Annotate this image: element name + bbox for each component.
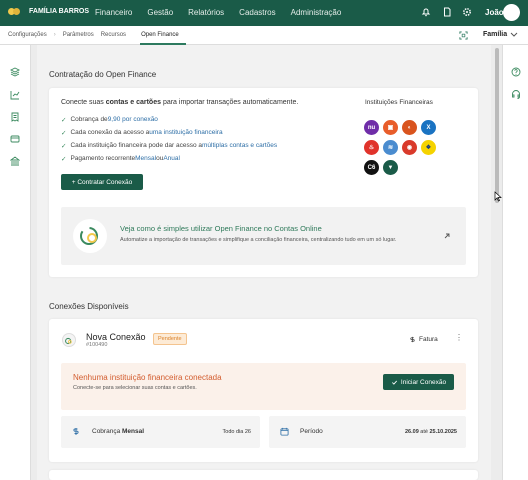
bank-sicredi-icon: ▼ — [383, 160, 398, 175]
period-value: 26.09 até 25.10.2025 — [404, 429, 457, 435]
billing-label: Cobrança Mensal — [92, 428, 145, 435]
billing-value: Todo dia 26 — [222, 429, 251, 435]
contract-intro: Conecte suas contas e cartões para impor… — [61, 99, 299, 106]
check-icon: ✓ — [61, 117, 67, 124]
contract-connection-button[interactable]: + Contratar Conexão — [61, 174, 143, 190]
institutions-grid: nu ▣ ◐ X ♨ ≋ ◉ ❖ C6 ▼ — [364, 120, 436, 175]
invoice-link[interactable]: Fatura — [419, 336, 438, 343]
more-options-icon[interactable]: ⋮ — [455, 333, 463, 342]
contract-section-title: Contratação do Open Finance — [49, 70, 157, 79]
nav-relatorios[interactable]: Relatórios — [188, 8, 224, 17]
crumb-recursos[interactable]: Recursos — [101, 32, 126, 38]
next-connection-card — [49, 470, 478, 480]
scrollbar-thumb[interactable] — [495, 48, 499, 203]
avatar[interactable] — [503, 4, 520, 21]
open-finance-small-icon — [62, 333, 76, 347]
empty-title: Nenhuma instituição financeira conectada — [73, 373, 222, 382]
user-name[interactable]: João — [485, 8, 504, 17]
dollar-sign-icon — [73, 428, 79, 435]
chevron-right-icon: › — [53, 32, 56, 38]
help-icon[interactable] — [511, 67, 521, 77]
bank-c6-icon: C6 — [364, 160, 379, 175]
check-circle-icon — [391, 380, 397, 385]
promo-subtitle: Automatize a importação de transações e … — [120, 237, 397, 243]
bank-santander-icon: ♨ — [364, 140, 379, 155]
bank-banco-do-brasil-icon: ❖ — [421, 140, 436, 155]
logo-icon — [8, 8, 20, 16]
crumb-configuracoes[interactable]: Configurações — [8, 32, 47, 38]
main-menu: Financeiro Gestão Relatórios Cadastros A… — [95, 8, 341, 17]
feature-item: ✓ Pagamento recorrente Mensal ou Anual — [61, 155, 180, 163]
feature-item: ✓ Cada conexão da acesso a uma instituiçã… — [61, 129, 223, 137]
promo-banner[interactable]: Veja como é simples utilizar Open Financ… — [61, 207, 466, 265]
feature-list: ✓ Cobrança de 9,90 por conexão ✓ Cada cone… — [61, 116, 277, 168]
bank-bradesco-icon: ◉ — [402, 140, 417, 155]
contract-card: Conecte suas contas e cartões para impor… — [49, 88, 478, 277]
start-connection-button[interactable]: Iniciar Conexão — [383, 374, 454, 390]
left-sidebar — [0, 45, 31, 480]
check-icon: ✓ — [61, 156, 67, 163]
calendar-icon — [280, 427, 289, 436]
connection-id: #100490 — [86, 342, 108, 348]
nav-cadastros[interactable]: Cadastros — [239, 8, 275, 17]
connection-name: Nova Conexão — [86, 332, 146, 342]
external-link-icon[interactable] — [443, 232, 451, 240]
profile-selector[interactable]: Família — [483, 31, 507, 38]
sub-navigation-bar: Configurações › Parâmetros Recursos Open… — [0, 26, 528, 45]
bank-icon[interactable] — [10, 156, 20, 166]
period-info: Período 26.09 até 25.10.2025 — [269, 416, 466, 448]
focus-icon[interactable] — [459, 31, 468, 40]
bank-inter-icon: ◐ — [402, 120, 417, 135]
bell-icon[interactable] — [421, 7, 431, 17]
nav-administracao[interactable]: Administração — [291, 8, 342, 17]
feature-item: ✓ Cobrança de 9,90 por conexão — [61, 116, 158, 124]
nav-financeiro[interactable]: Financeiro — [95, 8, 132, 17]
empty-subtitle: Conecte-se para selecionar suas contas e… — [73, 385, 197, 391]
company-name: FAMÍLIA BARROS — [29, 8, 90, 15]
right-sidebar — [502, 45, 528, 480]
promo-title[interactable]: Veja como é simples utilizar Open Financ… — [120, 224, 322, 233]
connections-section-title: Conexões Disponíveis — [49, 302, 129, 311]
chevron-down-icon[interactable] — [510, 32, 518, 38]
mouse-cursor-icon — [494, 191, 502, 202]
period-label: Período — [300, 428, 323, 435]
check-icon: ✓ — [61, 130, 67, 137]
credit-card-icon[interactable] — [10, 134, 20, 144]
receipt-icon[interactable] — [10, 112, 20, 122]
headset-icon[interactable] — [511, 89, 521, 99]
bank-xp-icon: X — [421, 120, 436, 135]
institutions-title: Instituições Financeiras — [365, 99, 433, 106]
top-navigation-bar: FAMÍLIA BARROS Financeiro Gestão Relatór… — [0, 0, 528, 26]
connection-card: Nova Conexão #100490 Pendente Fatura ⋮ N… — [49, 319, 478, 462]
bank-nubank-icon: nu — [364, 120, 379, 135]
layers-icon[interactable] — [10, 67, 20, 77]
bank-caixa-icon: ≋ — [383, 140, 398, 155]
bank-itau-icon: ▣ — [383, 120, 398, 135]
dollar-icon — [410, 336, 415, 343]
tab-open-finance[interactable]: Open Finance — [141, 32, 179, 38]
crumb-parametros[interactable]: Parâmetros — [63, 32, 94, 38]
check-icon: ✓ — [61, 143, 67, 150]
document-icon[interactable] — [442, 7, 452, 17]
feature-item: ✓ Cada instituição financeira pode dar ac… — [61, 142, 278, 150]
breadcrumb: Configurações › Parâmetros Recursos Open… — [8, 32, 179, 38]
billing-info: Cobrança Mensal Todo dia 26 — [61, 416, 260, 448]
status-badge: Pendente — [153, 333, 187, 345]
gear-icon[interactable] — [462, 7, 472, 17]
empty-state-banner: Nenhuma instituição financeira conectada… — [61, 363, 466, 410]
nav-gestao[interactable]: Gestão — [147, 8, 173, 17]
open-finance-logo-icon — [73, 219, 107, 253]
chart-icon[interactable] — [10, 90, 20, 100]
